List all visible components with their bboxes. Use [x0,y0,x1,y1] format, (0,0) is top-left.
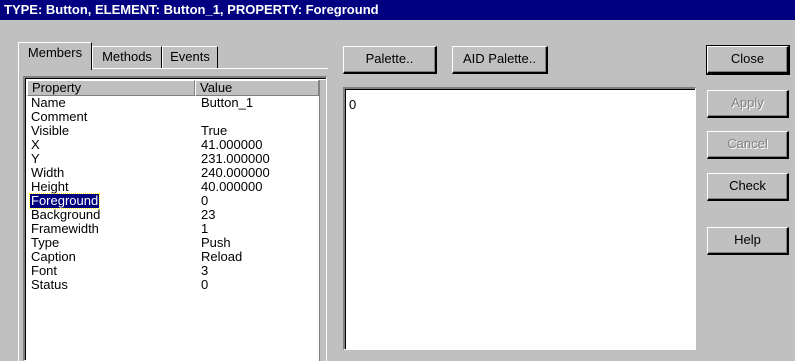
property-name: Width [31,165,65,180]
property-name: X [31,137,40,152]
column-header-value-label: Value [200,80,233,95]
apply-button-label: Apply [731,95,764,110]
table-row[interactable]: Y 231.000000 [27,152,317,166]
property-value: 23 [201,207,216,222]
table-row-selected[interactable]: Foreground 0 [27,193,317,209]
window-title: TYPE: Button, ELEMENT: Button_1, PROPERT… [4,2,379,17]
column-header-property[interactable]: Property [27,80,195,96]
property-name: Visible [31,123,70,138]
table-row[interactable]: Background 23 [27,208,317,222]
property-name: Status [31,277,68,292]
check-button-label: Check [729,178,766,193]
value-editor-text: 0 [349,97,357,112]
table-row[interactable]: Name Button_1 [27,96,317,110]
property-value: Reload [201,249,243,264]
title-bar: TYPE: Button, ELEMENT: Button_1, PROPERT… [0,0,795,20]
property-value: Button_1 [201,95,254,110]
table-row[interactable]: Caption Reload [27,250,317,264]
table-row[interactable]: Type Push [27,236,317,250]
table-row[interactable]: Status 0 [27,278,317,292]
property-name: Comment [31,109,88,124]
table-row[interactable]: Font 3 [27,264,317,278]
property-name: Type [31,235,60,250]
palette-button[interactable]: Palette.. [343,46,437,74]
table-row[interactable]: Visible True [27,124,317,138]
column-header-property-label: Property [32,80,82,95]
property-name: Height [31,179,69,194]
tab-methods[interactable]: Methods [92,46,162,68]
close-button[interactable]: Close [706,45,790,75]
property-value: 0 [201,277,209,292]
tab-members-label: Members [27,45,83,60]
property-name: Background [31,207,101,222]
vertical-scrollbar[interactable] [319,80,326,361]
table-row[interactable]: Height 40.000000 [27,180,317,194]
value-editor[interactable]: 0 [343,87,696,350]
property-name: Framewidth [31,221,99,236]
property-value: 40.000000 [201,179,263,194]
property-name: Name [31,95,66,110]
property-value: 1 [201,221,209,236]
help-button-label: Help [734,232,761,247]
property-name: Foreground [28,193,101,209]
property-value: 3 [201,263,209,278]
palette-button-label: Palette.. [365,51,414,66]
property-value: 0 [201,193,209,208]
column-header-value[interactable]: Value [195,80,319,96]
property-value: True [201,123,228,138]
apply-button[interactable]: Apply [707,90,789,118]
property-name: Caption [31,249,76,264]
tab-events-label: Events [170,49,210,64]
table-row[interactable]: X 41.000000 [27,138,317,152]
cancel-button-label: Cancel [727,136,768,151]
aid-palette-button[interactable]: AID Palette.. [452,46,548,74]
property-value: Push [201,235,231,250]
property-name: Y [31,151,40,166]
property-value: 231.000000 [201,151,270,166]
property-value: 41.000000 [201,137,263,152]
table-row[interactable]: Comment [27,110,317,124]
tab-methods-label: Methods [102,49,152,64]
tab-events[interactable]: Events [162,46,218,68]
table-row[interactable]: Framewidth 1 [27,222,317,236]
property-value: 240.000000 [201,165,270,180]
property-name: Font [31,263,58,278]
tab-members[interactable]: Members [18,42,92,70]
close-button-label: Close [730,51,765,66]
table-row[interactable]: Width 240.000000 [27,166,317,180]
aid-palette-button-label: AID Palette.. [463,51,536,66]
property-list[interactable]: Property Value Name Button_1 Comment Visi… [23,76,327,361]
check-button[interactable]: Check [707,173,789,201]
help-button[interactable]: Help [707,227,789,255]
cancel-button[interactable]: Cancel [707,131,789,159]
